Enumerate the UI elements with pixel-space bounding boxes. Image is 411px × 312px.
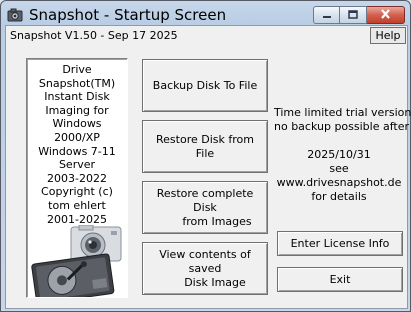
info-line: Windows: [52, 117, 102, 131]
camera-and-hard-drive-icon: [29, 224, 125, 297]
info-line: Windows 7-11: [38, 144, 116, 158]
view-image-button[interactable]: View contents of saved Disk Image: [142, 242, 268, 295]
help-button[interactable]: Help: [370, 27, 406, 44]
view-image-label: View contents of saved Disk Image: [159, 247, 251, 289]
exit-button[interactable]: Exit: [277, 267, 403, 292]
info-line: Snapshot(TM): [38, 76, 116, 90]
version-label: Snapshot V1.50 - Sep 17 2025: [10, 29, 178, 42]
trial-line: Time limited trial version: [274, 106, 411, 119]
info-line: Server: [58, 158, 96, 172]
trial-line: see: [329, 162, 349, 175]
info-line: 2000/XP: [54, 130, 100, 144]
trial-expiry-date: 2025/10/31: [307, 148, 371, 161]
trial-line: for details: [311, 190, 367, 203]
trial-line: no backup possible after: [274, 120, 410, 133]
backup-disk-button[interactable]: Backup Disk To File: [142, 59, 268, 112]
enter-license-button[interactable]: Enter License Info: [277, 231, 403, 256]
restore-disk-button[interactable]: Restore Disk from File: [142, 120, 268, 173]
maximize-icon: [348, 9, 358, 22]
info-line: Imaging for: [45, 103, 109, 117]
minimize-button[interactable]: [313, 6, 340, 24]
minimize-icon: [322, 9, 332, 22]
window-title: Snapshot - Startup Screen: [29, 6, 227, 24]
client-area: Snapshot V1.50 - Sep 17 2025 Help Drive …: [5, 25, 411, 309]
info-line: 2003-2022: [47, 171, 107, 185]
info-line: tom ehlert: [48, 198, 106, 212]
info-line: Instant Disk: [44, 90, 110, 104]
app-window: Snapshot - Startup Screen Snapshot V1.50…: [0, 0, 411, 312]
restore-complete-label: Restore complete Disk from Images: [156, 186, 254, 228]
restore-complete-disk-button[interactable]: Restore complete Disk from Images: [142, 181, 268, 234]
camera-icon[interactable]: [7, 8, 23, 22]
website-url: www.drivesnapshot.de: [276, 176, 402, 189]
product-info: Drive Snapshot(TM) Instant Disk Imaging …: [27, 63, 127, 226]
trial-notice: Time limited trial version no backup pos…: [274, 106, 411, 204]
info-line: Copyright (c): [41, 185, 113, 199]
info-panel: Drive Snapshot(TM) Instant Disk Imaging …: [26, 58, 128, 298]
close-button[interactable]: [367, 6, 405, 24]
close-icon: [380, 8, 391, 22]
maximize-button[interactable]: [340, 6, 367, 24]
info-line: Drive: [62, 63, 92, 76]
